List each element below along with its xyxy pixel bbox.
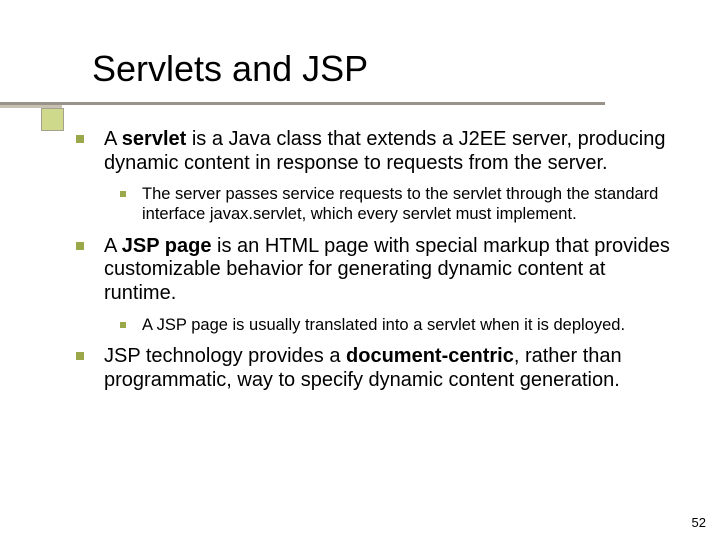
sub-bullet-text: A JSP page is usually translated into a … [142,316,625,334]
bullet-text-pre: JSP technology provides a [104,345,346,367]
bullet-list: A servlet is a Java class that extends a… [62,128,680,393]
bullet-text-post: is a Java class that extends a J2EE serv… [104,128,665,174]
slide-title: Servlets and JSP [0,48,720,90]
sub-bullet-item: A JSP page is usually translated into a … [104,316,680,336]
bullet-term: servlet [122,128,187,150]
sub-bullet-list: A JSP page is usually translated into a … [104,316,680,336]
sub-bullet-list: The server passes service requests to th… [104,185,680,225]
slide: Servlets and JSP A servlet is a Java cla… [0,0,720,540]
slide-body: A servlet is a Java class that extends a… [62,128,680,403]
bullet-item: JSP technology provides a document-centr… [62,345,680,392]
title-area: Servlets and JSP [0,0,720,90]
bullet-term: JSP page [122,235,212,257]
rule-long [0,102,605,105]
sub-bullet-text: The server passes service requests to th… [142,185,658,223]
bullet-text-pre: A [104,235,122,257]
bullet-term: document-centric [346,345,514,367]
bullet-item: A servlet is a Java class that extends a… [62,128,680,225]
page-number: 52 [692,515,706,530]
sub-bullet-item: The server passes service requests to th… [104,185,680,225]
bullet-item: A JSP page is an HTML page with special … [62,235,680,336]
accent-box [41,108,64,131]
bullet-text-pre: A [104,128,122,150]
